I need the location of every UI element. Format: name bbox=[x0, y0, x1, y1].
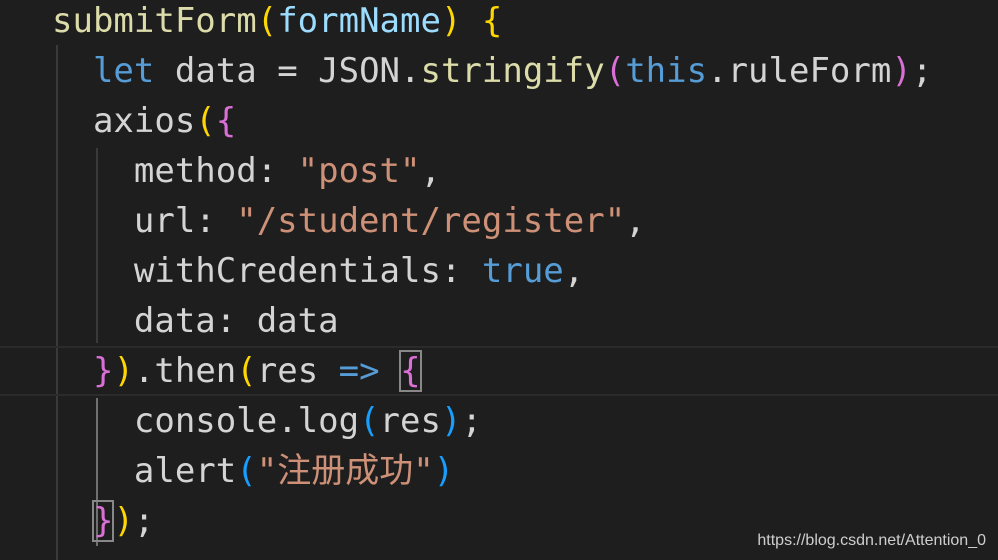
code-token: stringify bbox=[420, 51, 605, 91]
code-token: "注册成功" bbox=[256, 451, 434, 491]
code-token: data: data bbox=[52, 301, 339, 341]
code-line[interactable]: let data = JSON.stringify(this.ruleForm)… bbox=[0, 46, 998, 96]
code-token: data = JSON. bbox=[154, 51, 421, 91]
code-token: this bbox=[625, 51, 708, 91]
code-token: ) bbox=[113, 351, 134, 391]
code-line[interactable]: axios({ bbox=[0, 96, 998, 146]
code-token: { bbox=[481, 1, 503, 41]
code-token: ( bbox=[256, 1, 278, 41]
code-line[interactable]: withCredentials: true, bbox=[0, 246, 998, 296]
code-token: => bbox=[338, 351, 380, 391]
code-token: ( bbox=[359, 401, 380, 441]
code-token: ) bbox=[440, 401, 462, 441]
code-token: ( bbox=[604, 51, 626, 91]
code-line[interactable]: method: "post", bbox=[0, 146, 998, 196]
code-token: .then bbox=[133, 351, 237, 391]
code-token: ; bbox=[461, 401, 482, 441]
matched-bracket: { bbox=[399, 350, 422, 392]
code-token: let bbox=[92, 51, 155, 91]
matched-bracket: } bbox=[91, 500, 115, 542]
code-token: .ruleForm bbox=[707, 51, 892, 91]
code-line[interactable]: submitForm(formName) { bbox=[0, 0, 998, 46]
code-token: ) bbox=[433, 451, 455, 491]
code-token: ) bbox=[891, 51, 912, 91]
code-token: console. bbox=[52, 401, 298, 441]
code-token: "post" bbox=[297, 151, 421, 191]
code-token: ; bbox=[911, 51, 933, 91]
code-token: ( bbox=[236, 351, 257, 391]
code-line[interactable]: }).then(res => { bbox=[0, 346, 998, 396]
code-token: res bbox=[379, 401, 441, 441]
code-token: "/student/register" bbox=[236, 201, 626, 241]
code-line[interactable]: alert("注册成功") bbox=[0, 446, 998, 496]
code-editor[interactable]: submitForm(formName) { let data = JSON.s… bbox=[0, 0, 998, 560]
code-token: withCredentials: bbox=[52, 251, 482, 291]
code-token: method: bbox=[52, 151, 298, 191]
code-token: } bbox=[92, 351, 114, 391]
code-token: ) bbox=[113, 501, 134, 541]
code-line[interactable]: url: "/student/register", bbox=[0, 196, 998, 246]
code-token: ( bbox=[195, 101, 216, 141]
code-token: log bbox=[297, 401, 360, 441]
code-token: res bbox=[256, 351, 339, 391]
code-token: { bbox=[215, 101, 237, 141]
code-token: ; bbox=[133, 501, 155, 541]
code-token: , bbox=[563, 251, 585, 291]
code-token: , bbox=[420, 151, 441, 191]
code-token: alert bbox=[52, 451, 237, 491]
watermark: https://blog.csdn.net/Attention_0 bbox=[757, 532, 986, 549]
code-line[interactable]: data: data bbox=[0, 296, 998, 346]
code-line[interactable]: console.log(res); bbox=[0, 396, 998, 446]
code-token: url: bbox=[52, 201, 237, 241]
code-token: ) bbox=[440, 1, 462, 41]
code-token: submitForm bbox=[52, 1, 257, 41]
code-token: ( bbox=[236, 451, 257, 491]
code-token: axios bbox=[52, 101, 196, 141]
code-token: formName bbox=[277, 1, 441, 41]
code-token: , bbox=[625, 201, 646, 241]
code-token: true bbox=[481, 251, 564, 291]
